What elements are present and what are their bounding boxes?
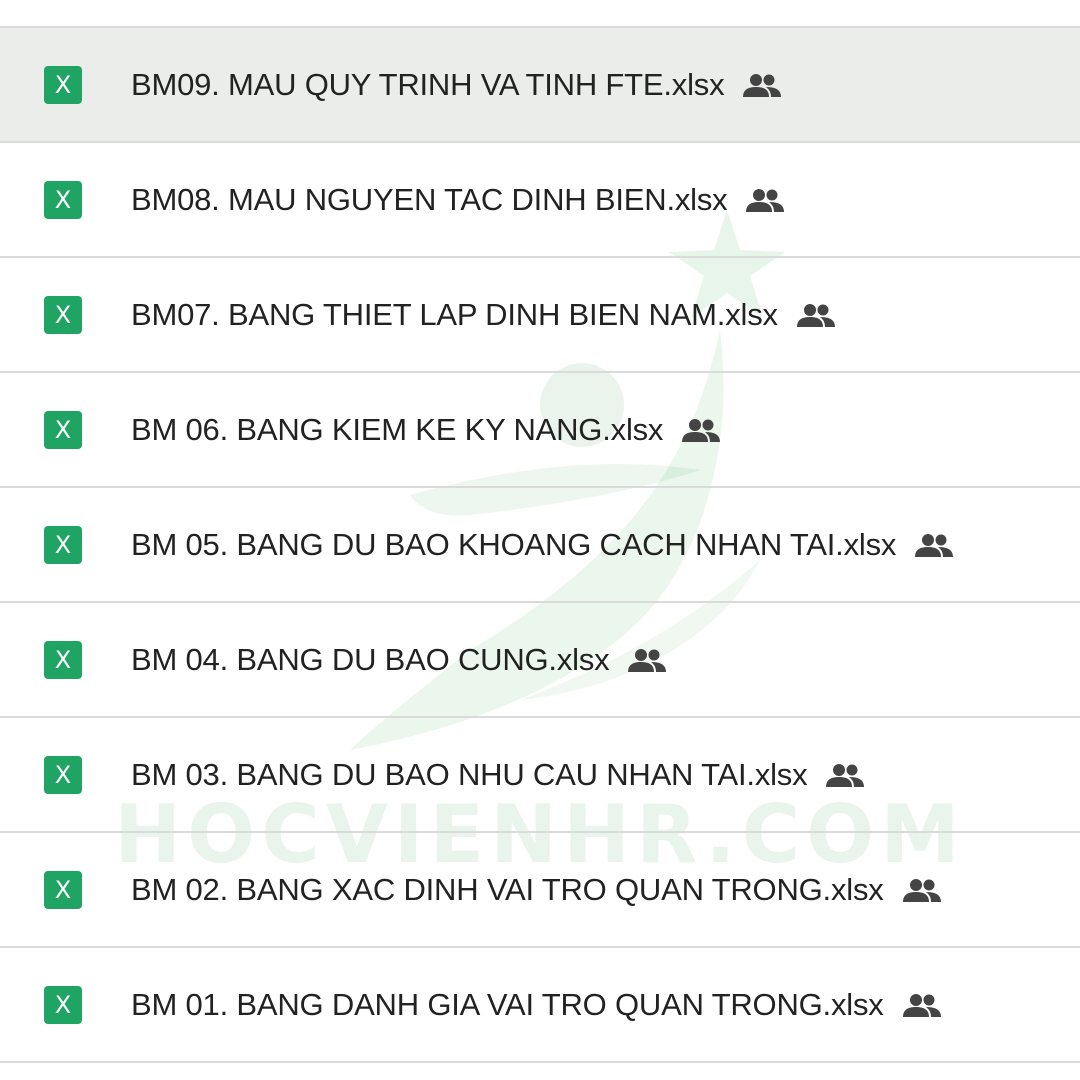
people-icon bbox=[825, 763, 865, 789]
excel-icon: X bbox=[44, 641, 82, 679]
file-name[interactable]: BM07. BANG THIET LAP DINH BIEN NAM.xlsx bbox=[131, 258, 836, 371]
file-row[interactable]: X BM09. MAU QUY TRINH VA TINH FTE.xlsx bbox=[0, 28, 1080, 143]
file-name-label: BM 05. BANG DU BAO KHOANG CACH NHAN TAI.… bbox=[131, 527, 897, 562]
excel-icon: X bbox=[44, 66, 82, 104]
file-name-label: BM08. MAU NGUYEN TAC DINH BIEN.xlsx bbox=[131, 182, 728, 217]
file-name[interactable]: BM 05. BANG DU BAO KHOANG CACH NHAN TAI.… bbox=[131, 488, 954, 601]
file-name-label: BM 06. BANG KIEM KE KY NANG.xlsx bbox=[131, 412, 664, 447]
file-name[interactable]: BM 06. BANG KIEM KE KY NANG.xlsx bbox=[131, 373, 721, 486]
file-row[interactable]: X BM 04. BANG DU BAO CUNG.xlsx bbox=[0, 603, 1080, 718]
people-icon bbox=[914, 533, 954, 559]
file-row[interactable]: X BM 06. BANG KIEM KE KY NANG.xlsx bbox=[0, 373, 1080, 488]
file-row[interactable]: X BM 02. BANG XAC DINH VAI TRO QUAN TRON… bbox=[0, 833, 1080, 948]
file-name[interactable]: BM 03. BANG DU BAO NHU CAU NHAN TAI.xlsx bbox=[131, 718, 865, 831]
excel-icon: X bbox=[44, 756, 82, 794]
file-name-label: BM07. BANG THIET LAP DINH BIEN NAM.xlsx bbox=[131, 297, 778, 332]
file-name[interactable]: BM 01. BANG DANH GIA VAI TRO QUAN TRONG.… bbox=[131, 948, 942, 1061]
excel-icon: X bbox=[44, 181, 82, 219]
people-icon bbox=[902, 993, 942, 1019]
people-icon bbox=[745, 188, 785, 214]
excel-icon: X bbox=[44, 526, 82, 564]
file-name-label: BM 01. BANG DANH GIA VAI TRO QUAN TRONG.… bbox=[131, 987, 884, 1022]
excel-icon: X bbox=[44, 411, 82, 449]
file-name[interactable]: BM09. MAU QUY TRINH VA TINH FTE.xlsx bbox=[131, 28, 782, 141]
file-name-label: BM 04. BANG DU BAO CUNG.xlsx bbox=[131, 642, 610, 677]
people-icon bbox=[627, 648, 667, 674]
file-row[interactable]: X BM08. MAU NGUYEN TAC DINH BIEN.xlsx bbox=[0, 143, 1080, 258]
excel-icon: X bbox=[44, 296, 82, 334]
file-name-label: BM 03. BANG DU BAO NHU CAU NHAN TAI.xlsx bbox=[131, 757, 808, 792]
file-name[interactable]: BM08. MAU NGUYEN TAC DINH BIEN.xlsx bbox=[131, 143, 785, 256]
people-icon bbox=[681, 418, 721, 444]
people-icon bbox=[742, 73, 782, 99]
people-icon bbox=[796, 303, 836, 329]
excel-icon: X bbox=[44, 986, 82, 1024]
file-name[interactable]: BM 04. BANG DU BAO CUNG.xlsx bbox=[131, 603, 667, 716]
file-row[interactable]: X BM 03. BANG DU BAO NHU CAU NHAN TAI.xl… bbox=[0, 718, 1080, 833]
file-row[interactable]: X BM 05. BANG DU BAO KHOANG CACH NHAN TA… bbox=[0, 488, 1080, 603]
people-icon bbox=[902, 878, 942, 904]
file-row[interactable]: X BM07. BANG THIET LAP DINH BIEN NAM.xls… bbox=[0, 258, 1080, 373]
excel-icon: X bbox=[44, 871, 82, 909]
file-list: X BM09. MAU QUY TRINH VA TINH FTE.xlsx X… bbox=[0, 26, 1080, 1063]
file-row[interactable]: X BM 01. BANG DANH GIA VAI TRO QUAN TRON… bbox=[0, 948, 1080, 1063]
file-name[interactable]: BM 02. BANG XAC DINH VAI TRO QUAN TRONG.… bbox=[131, 833, 942, 946]
file-name-label: BM09. MAU QUY TRINH VA TINH FTE.xlsx bbox=[131, 67, 725, 102]
file-name-label: BM 02. BANG XAC DINH VAI TRO QUAN TRONG.… bbox=[131, 872, 884, 907]
